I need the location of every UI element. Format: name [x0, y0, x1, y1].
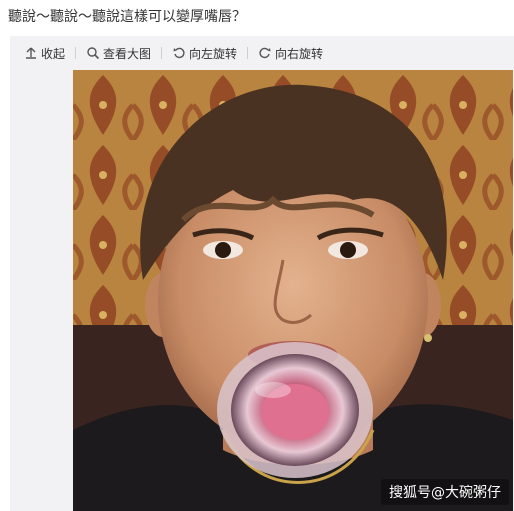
watermark-text: 搜狐号@大碗粥仔	[381, 479, 509, 505]
rotate-left-label: 向左旋转	[189, 46, 238, 61]
toolbar-divider	[75, 47, 77, 59]
collapse-button[interactable]: 收起	[10, 45, 71, 62]
collapse-label: 收起	[41, 46, 66, 61]
rotate-right-label: 向右旋转	[275, 46, 324, 61]
rotate-right-icon	[259, 47, 271, 59]
view-large-button[interactable]: 查看大图	[80, 45, 157, 62]
image-toolbar: 收起 查看大图 向左旋转 向右旋转	[10, 36, 514, 70]
post-photo[interactable]: 搜狐号@大碗粥仔	[73, 70, 513, 511]
toolbar-divider	[161, 47, 163, 59]
photo-illustration	[73, 70, 513, 511]
rotate-left-icon	[173, 47, 185, 59]
post-text: 聽說～聽說～聽說這樣可以變厚嘴唇？	[8, 9, 246, 25]
magnifier-icon	[87, 47, 100, 60]
collapse-up-icon	[26, 47, 36, 59]
rotate-right-button[interactable]: 向右旋转	[252, 45, 329, 62]
view-large-label: 查看大图	[103, 46, 152, 61]
image-viewer: 收起 查看大图 向左旋转 向右旋转 搜狐号@大碗粥仔	[10, 36, 514, 511]
rotate-left-button[interactable]: 向左旋转	[166, 45, 243, 62]
toolbar-divider	[247, 47, 249, 59]
